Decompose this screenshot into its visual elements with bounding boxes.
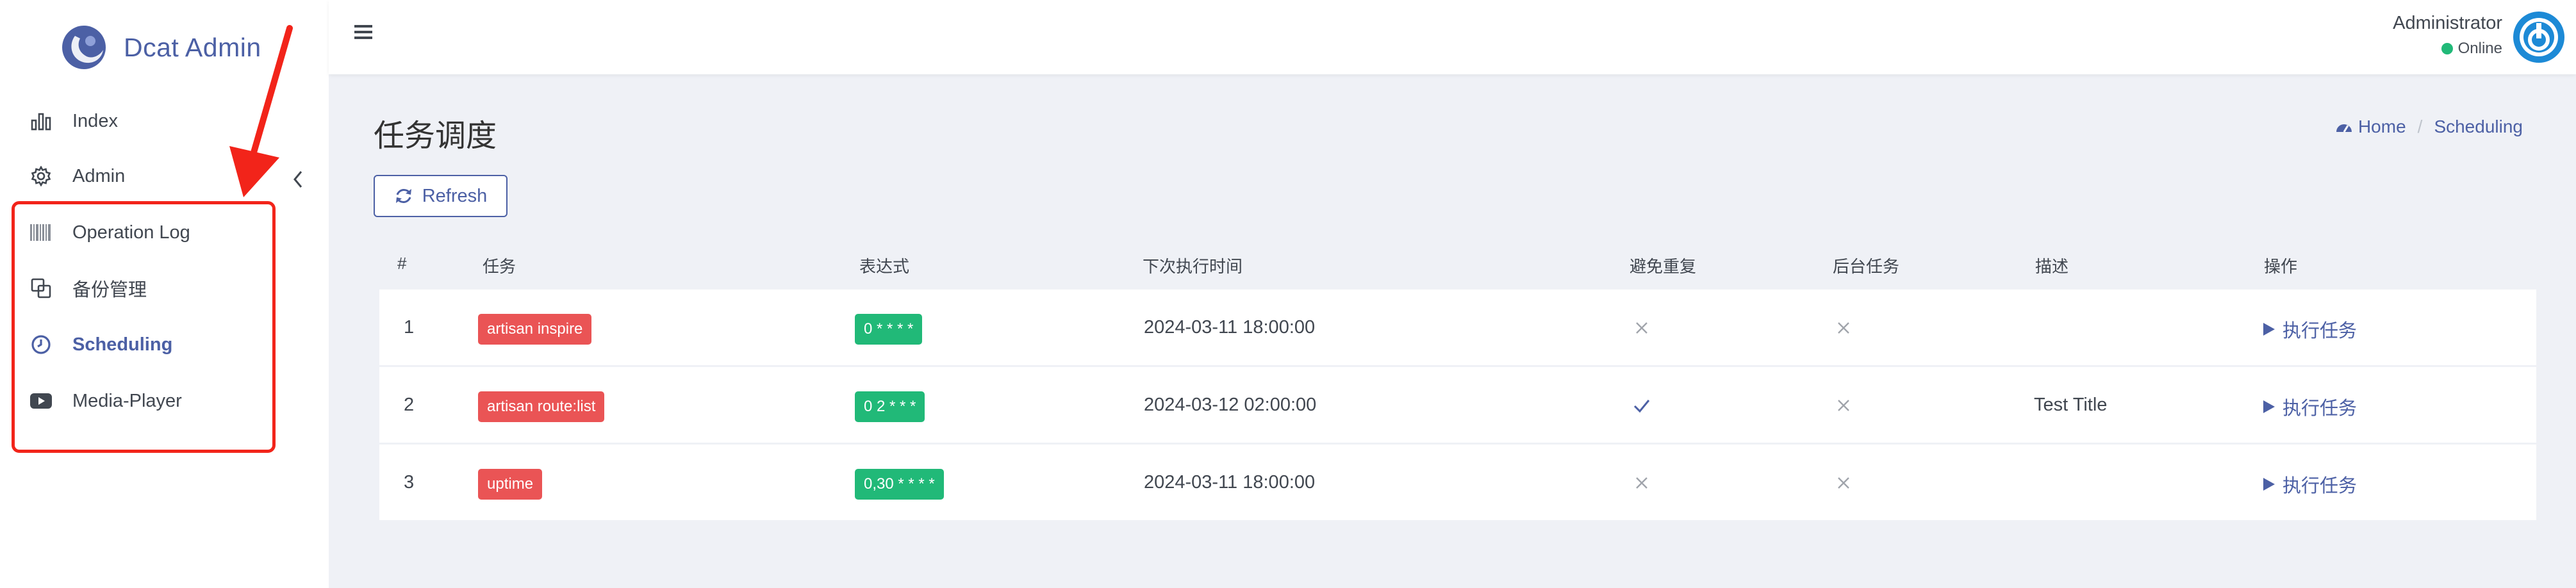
sidebar-item-label: Index [72, 110, 118, 131]
column-header-id: # [397, 254, 407, 273]
check-mark-icon [1633, 400, 1650, 413]
cell-id: 2 [404, 395, 415, 415]
x-mark-icon [1838, 322, 1849, 334]
annotation-arrow-icon [229, 25, 293, 197]
x-mark-icon [1838, 477, 1849, 489]
expression-badge: 0 * * * * [855, 314, 923, 345]
column-header-next-run: 下次执行时间 [1143, 257, 1243, 276]
table-header: # 任务 表达式 下次执行时间 避免重复 后台任务 描述 操作 [374, 238, 2541, 290]
dashboard-icon [2336, 124, 2352, 133]
refresh-button[interactable]: Refresh [374, 175, 508, 217]
gear-icon [29, 165, 53, 188]
column-header-background: 后台任务 [1833, 257, 1900, 276]
sidebar-item-label: Admin [72, 165, 126, 186]
x-mark-icon [1838, 400, 1849, 411]
scheduling-table: # 任务 表达式 下次执行时间 避免重复 后台任务 描述 操作 1 artisa… [374, 238, 2541, 523]
hamburger-menu-icon[interactable] [354, 22, 374, 42]
run-task-label: 执行任务 [2283, 398, 2357, 419]
page-title: 任务调度 [374, 119, 497, 153]
user-status-label: Online [2457, 40, 2502, 57]
column-header-without-overlapping: 避免重复 [1630, 257, 1697, 276]
refresh-icon [395, 189, 411, 203]
breadcrumb: Home / Scheduling [2335, 117, 2523, 137]
sidebar: Dcat Admin Index Admin Operation Log 备份管… [0, 0, 329, 588]
x-mark-icon [1636, 477, 1647, 489]
top-navbar: Administrator Online [329, 0, 2576, 74]
breadcrumb-current: Scheduling [2434, 117, 2523, 136]
play-icon [2263, 478, 2275, 491]
run-task-link[interactable]: 执行任务 [2262, 393, 2357, 420]
run-task-link[interactable]: 执行任务 [2262, 316, 2357, 343]
breadcrumb-home[interactable]: Home [2335, 117, 2406, 137]
cell-id: 3 [404, 472, 415, 493]
run-task-label: 执行任务 [2283, 321, 2357, 341]
play-icon [2263, 323, 2275, 336]
breadcrumb-home-label: Home [2357, 117, 2406, 136]
expression-badge: 0,30 * * * * [855, 469, 944, 500]
cell-description: Test Title [2034, 395, 2108, 415]
cell-next-run: 2024-03-11 18:00:00 [1144, 472, 1316, 493]
user-status: Online [2441, 40, 2502, 58]
user-name: Administrator [2393, 13, 2502, 33]
table-row: 1 artisan inspire 0 * * * * 2024-03-11 1… [379, 290, 2536, 366]
task-badge: artisan route:list [478, 391, 605, 422]
run-task-link[interactable]: 执行任务 [2262, 471, 2357, 498]
cell-next-run: 2024-03-11 18:00:00 [1144, 317, 1316, 338]
cell-id: 1 [404, 317, 415, 338]
run-task-label: 执行任务 [2283, 476, 2357, 496]
table-row: 3 uptime 0,30 * * * * 2024-03-11 18:00:0… [379, 445, 2536, 521]
refresh-button-label: Refresh [422, 185, 488, 206]
breadcrumb-separator: / [2417, 117, 2423, 136]
task-badge: uptime [478, 469, 543, 500]
column-header-action: 操作 [2264, 257, 2298, 276]
online-dot-icon [2441, 43, 2453, 54]
x-mark-icon [1636, 322, 1647, 334]
annotation-highlight-box [12, 201, 276, 453]
column-header-expression: 表达式 [859, 257, 910, 276]
task-badge: artisan inspire [478, 314, 592, 345]
expression-badge: 0 2 * * * [855, 391, 925, 422]
column-header-description: 描述 [2035, 257, 2069, 276]
brand-logo-icon [62, 26, 106, 69]
column-header-task: 任务 [483, 257, 516, 276]
play-icon [2263, 400, 2275, 413]
cell-next-run: 2024-03-12 02:00:00 [1144, 395, 1317, 415]
table-row: 2 artisan route:list 0 2 * * * 2024-03-1… [379, 367, 2536, 444]
avatar[interactable] [2512, 10, 2566, 64]
bar-chart-icon [29, 110, 53, 133]
